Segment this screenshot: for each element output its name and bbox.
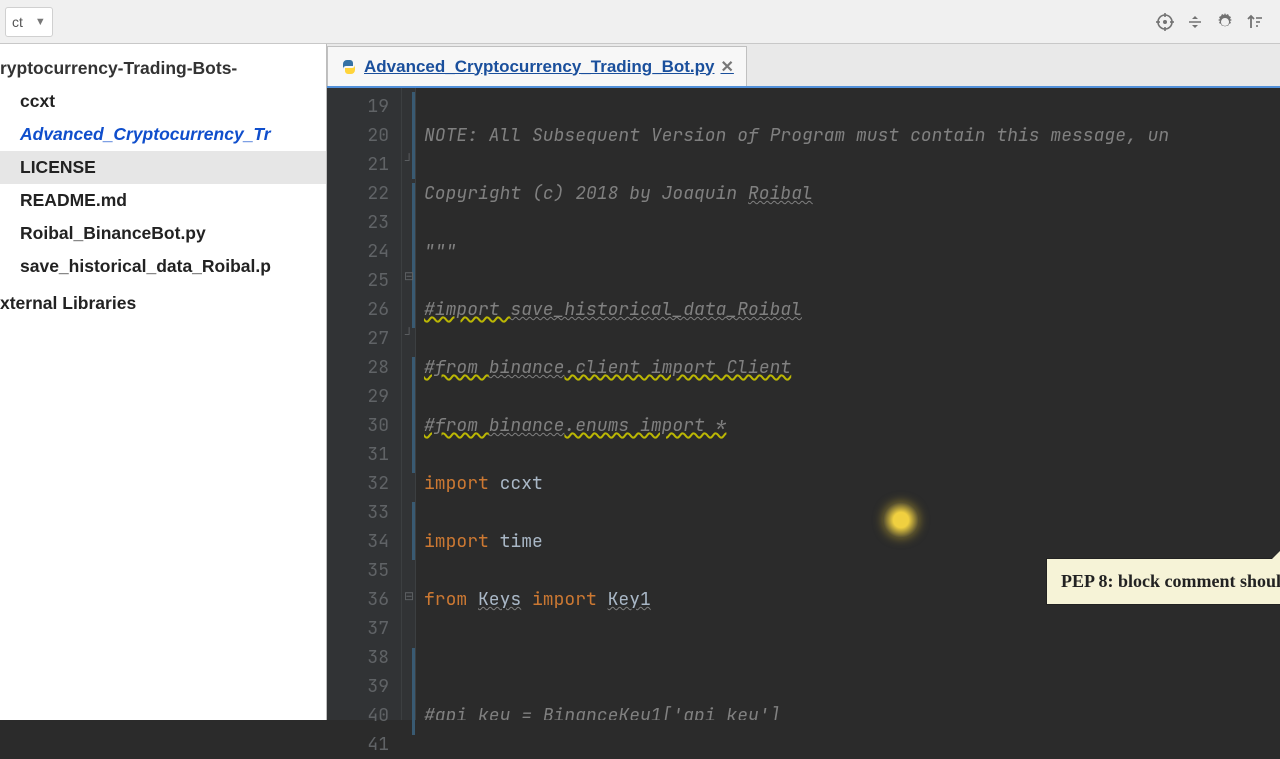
sort-icon[interactable] bbox=[1245, 12, 1265, 32]
tree-root[interactable]: ryptocurrency-Trading-Bots- bbox=[0, 52, 326, 85]
tree-file-license[interactable]: LICENSE bbox=[0, 151, 326, 184]
fold-gutter: ┘ ⊟ ┘ ⊟ bbox=[402, 88, 416, 720]
code-content[interactable]: NOTE: All Subsequent Version of Program … bbox=[416, 88, 1280, 720]
gear-icon[interactable] bbox=[1215, 12, 1235, 32]
fold-end-icon[interactable]: ┘ bbox=[403, 154, 415, 166]
file-tab[interactable]: Advanced_Cryptocurrency_Trading_Bot.py ✕ bbox=[327, 46, 747, 86]
close-icon[interactable]: ✕ bbox=[720, 57, 733, 77]
tree-file-active[interactable]: Advanced_Cryptocurrency_Tr bbox=[0, 118, 326, 151]
tree-file-roibal[interactable]: Roibal_BinanceBot.py bbox=[0, 217, 326, 250]
tree-folder-ccxt[interactable]: ccxt bbox=[0, 85, 326, 118]
fold-minus-icon[interactable]: ⊟ bbox=[403, 590, 415, 602]
chevron-down-icon: ▼ bbox=[35, 16, 46, 28]
project-tree[interactable]: ryptocurrency-Trading-Bots- ccxt Advance… bbox=[0, 44, 327, 720]
tree-file-save[interactable]: save_historical_data_Roibal.p bbox=[0, 250, 326, 283]
cursor-highlight-icon bbox=[883, 502, 919, 538]
project-dropdown[interactable]: ct ▼ bbox=[5, 7, 53, 37]
fold-end-icon[interactable]: ┘ bbox=[403, 328, 415, 340]
collapse-icon[interactable] bbox=[1185, 12, 1205, 32]
project-label: ct bbox=[12, 14, 23, 30]
editor-tabs: Advanced_Cryptocurrency_Trading_Bot.py ✕ bbox=[327, 44, 1280, 88]
main-toolbar: ct ▼ bbox=[0, 0, 1280, 44]
tree-external-libs[interactable]: xternal Libraries bbox=[0, 287, 326, 320]
inspection-tooltip: PEP 8: block comment should start with '… bbox=[1046, 558, 1280, 605]
tree-file-readme[interactable]: README.md bbox=[0, 184, 326, 217]
python-icon bbox=[340, 58, 358, 76]
tab-filename: Advanced_Cryptocurrency_Trading_Bot.py bbox=[364, 57, 714, 77]
target-icon[interactable] bbox=[1155, 12, 1175, 32]
fold-minus-icon[interactable]: ⊟ bbox=[403, 270, 415, 282]
code-editor[interactable]: 1920212223242526272829303132333435363738… bbox=[327, 88, 1280, 720]
line-gutter: 1920212223242526272829303132333435363738… bbox=[327, 88, 402, 720]
